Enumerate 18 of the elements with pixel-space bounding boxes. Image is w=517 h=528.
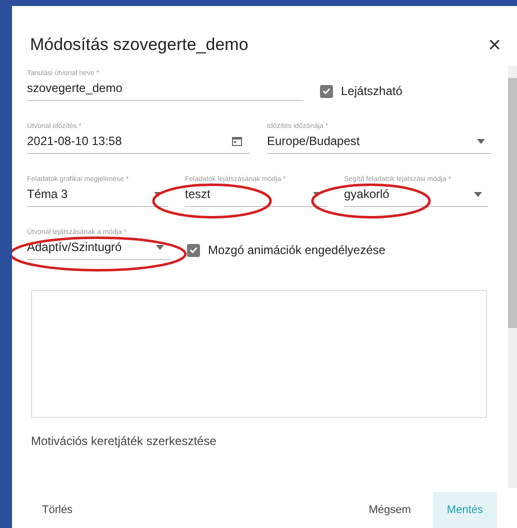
caret-icon — [156, 244, 164, 250]
caret-icon — [474, 192, 482, 196]
select-field[interactable]: gyakorló — [344, 187, 488, 207]
checkbox[interactable] — [320, 84, 333, 98]
delete-button[interactable]: Törlés — [28, 492, 87, 528]
checkbox-label: Mozgó animációk engedélyezése — [208, 243, 386, 257]
section-label: Motivációs keretjáték szerkesztése — [31, 434, 218, 448]
date-field[interactable]: 2021-08-10 13:58 — [27, 134, 250, 154]
checkbox[interactable] — [187, 244, 200, 256]
caret-icon — [477, 138, 485, 144]
checkbox-label: Lejátszható — [341, 84, 402, 98]
cancel-button[interactable]: Mégsem — [354, 492, 425, 528]
select-field[interactable]: Europe/Budapest — [267, 134, 491, 154]
input-field[interactable]: szovegerte_demo — [27, 81, 303, 101]
close-button[interactable]: × — [486, 34, 503, 56]
calendar-icon — [232, 136, 242, 146]
scrollbar[interactable] — [508, 66, 517, 488]
dialog-title: Módosítás szovegerte_demo — [30, 35, 248, 55]
